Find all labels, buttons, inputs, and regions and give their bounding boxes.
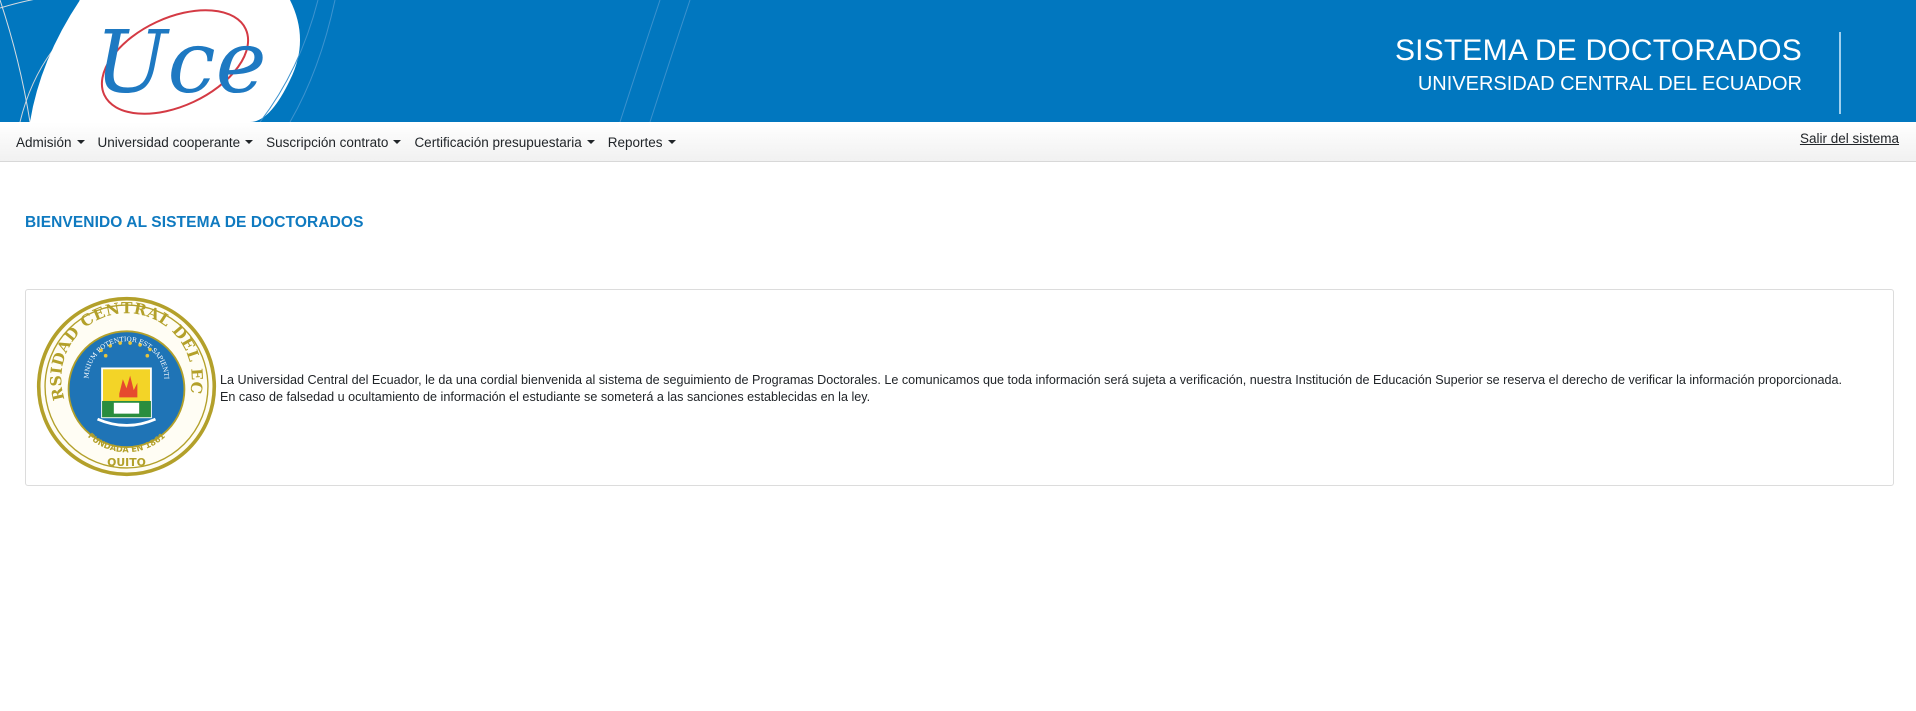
nav-menu: Admisión Universidad cooperante Suscripc… [16, 122, 689, 162]
app-header: Uce SISTEMA DE DOCTORADOS UNIVERSIDAD CE… [0, 0, 1916, 122]
logout-link[interactable]: Salir del sistema [1800, 131, 1899, 146]
caret-down-icon [76, 140, 85, 144]
nav-item-reportes[interactable]: Reportes [608, 135, 676, 150]
caret-down-icon [245, 140, 254, 144]
nav-item-universidad-cooperante[interactable]: Universidad cooperante [98, 135, 254, 150]
nav-item-certificacion-presupuestaria[interactable]: Certificación presupuestaria [414, 134, 595, 150]
system-title: SISTEMA DE DOCTORADOS [1394, 34, 1802, 67]
welcome-card: UNIVERSIDAD CENTRAL DEL ECUADOR OMNIUM P… [25, 289, 1894, 486]
uce-logo-icon: Uce [0, 0, 691, 122]
welcome-title: BIENVENIDO AL SISTEMA DE DOCTORADOS [25, 214, 364, 231]
svg-text:Uce: Uce [95, 13, 267, 113]
caret-down-icon [667, 140, 676, 144]
system-subtitle: UNIVERSIDAD CENTRAL DEL ECUADOR [1417, 73, 1802, 95]
system-title-block: SISTEMA DE DOCTORADOS UNIVERSIDAD CENTRA… [1395, 32, 1802, 98]
welcome-message: La Universidad Central del Ecuador, le d… [220, 372, 1885, 406]
nav-item-label: Suscripción contrato [266, 134, 389, 150]
university-seal-icon: UNIVERSIDAD CENTRAL DEL ECUADOR OMNIUM P… [36, 296, 217, 477]
caret-down-icon [586, 140, 595, 144]
nav-item-label: Universidad cooperante [97, 134, 241, 150]
nav-item-suscripcion-contrato[interactable]: Suscripción contrato [266, 134, 402, 150]
nav-item-admision[interactable]: Admisión [16, 135, 85, 150]
nav-item-label: Certificación presupuestaria [414, 134, 582, 150]
main-navbar: Admisión Universidad cooperante Suscripc… [0, 122, 1916, 162]
header-divider [1839, 32, 1841, 114]
caret-down-icon [393, 140, 402, 144]
welcome-message-line-1: La Universidad Central del Ecuador, le d… [220, 373, 1842, 387]
seal-city-text: QUITO [107, 456, 146, 469]
nav-item-label: Admisión [16, 134, 72, 150]
welcome-message-line-2: En caso de falsedad u ocultamiento de in… [220, 390, 871, 404]
nav-item-label: Reportes [607, 134, 663, 150]
